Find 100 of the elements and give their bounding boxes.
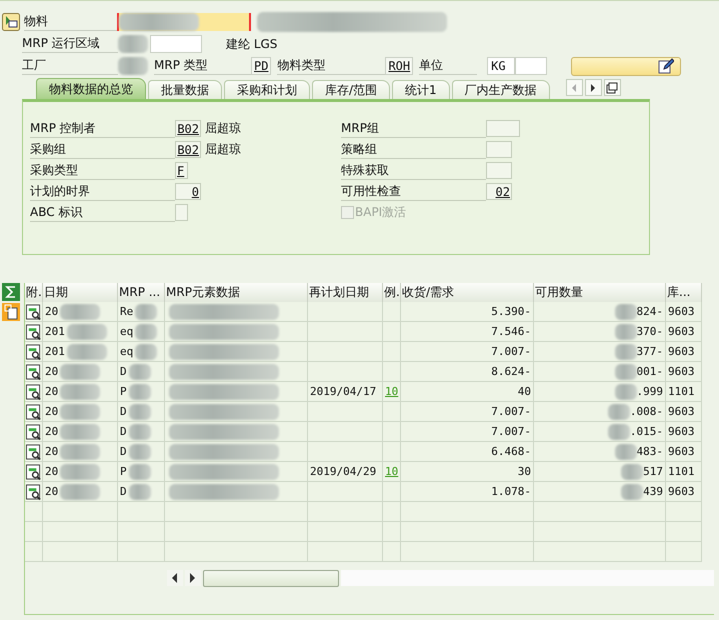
details-icon[interactable] [26, 444, 41, 460]
input-field[interactable] [515, 57, 548, 75]
redacted-area [608, 404, 630, 420]
table-cell-text: 439 [643, 484, 663, 500]
table-cell-text: D [120, 364, 127, 380]
empty-cell [383, 542, 401, 562]
redacted-area [60, 404, 100, 420]
table-cell-text: eq [120, 344, 134, 360]
column-header[interactable]: 再计划日期 [308, 283, 383, 302]
redacted-area [614, 324, 636, 340]
table-cell-text: 9603 [668, 444, 694, 460]
details-icon[interactable] [26, 404, 41, 420]
field-label: ABC 标识 [30, 203, 175, 222]
redacted-area [621, 464, 644, 480]
table-cell-text: eq [120, 324, 134, 340]
redacted-area [128, 384, 151, 400]
table-cell-text: 9603 [668, 484, 694, 500]
value-field: F [175, 162, 188, 179]
column-header[interactable]: 库... [666, 283, 702, 302]
column-header[interactable]: 可用数量 [534, 283, 666, 302]
column-header[interactable]: 收货/需求 [401, 283, 534, 302]
table-cell-text: 370- [636, 324, 663, 340]
field-label: 计划的时界 [30, 182, 175, 201]
column-header[interactable]: MRP ... [118, 283, 165, 302]
table-cell-text: 2019/04/29 [310, 464, 376, 480]
column-header[interactable]: 例. [383, 283, 401, 302]
column-header[interactable]: 附. [25, 283, 43, 302]
table-cell-text: 7.007- [491, 344, 531, 360]
scroll-right-icon[interactable] [584, 79, 602, 96]
table-cell-text: 20 [45, 404, 58, 420]
details-icon[interactable] [26, 424, 41, 440]
field-label: 工厂 [22, 57, 118, 75]
tab[interactable]: 厂内生产数据 [452, 80, 550, 99]
tab-list-icon[interactable] [604, 79, 621, 96]
details-icon[interactable] [26, 464, 41, 480]
table-cell-text: 001- [636, 364, 663, 380]
table-cell-text: 8.624- [491, 364, 531, 380]
display-toggle-icon[interactable] [2, 13, 20, 31]
table-cell-text: 1.078- [491, 484, 531, 500]
table-cell-text: .999 [636, 384, 663, 400]
empty-cell [383, 522, 401, 542]
input-field[interactable]: KG [487, 57, 516, 75]
edit-button[interactable] [571, 56, 682, 76]
empty-cell [118, 522, 165, 542]
table-cell-text: 2019/04/17 [310, 384, 376, 400]
table-cell-text: 9603 [668, 404, 694, 420]
scroll-left-icon[interactable] [167, 570, 183, 586]
table-cell-text: 9603 [668, 324, 694, 340]
details-icon[interactable] [26, 384, 41, 400]
value-field: 02 [486, 183, 512, 200]
field-label: MRP 控制者 [30, 119, 175, 138]
tab[interactable]: 物料数据的总览 [36, 78, 146, 99]
empty-cell [25, 542, 43, 562]
redacted-area [614, 344, 636, 360]
table-cell-text: D [120, 444, 127, 460]
sum-icon[interactable] [2, 283, 20, 301]
table-cell-text: .015- [630, 424, 663, 440]
redacted-area [614, 444, 636, 460]
tab[interactable]: 批量数据 [148, 80, 222, 99]
tab[interactable]: 采购和计划 [224, 80, 310, 99]
details-icon[interactable] [26, 344, 41, 360]
value-field [486, 120, 520, 137]
table-cell-text: 9603 [668, 364, 694, 380]
redacted-area [66, 324, 107, 340]
scroll-right-icon[interactable] [185, 570, 201, 586]
field-label: 采购类型 [30, 161, 175, 180]
redacted-area [128, 404, 151, 420]
tab[interactable]: 库存/范围 [312, 80, 390, 99]
details-icon[interactable] [26, 484, 41, 500]
scrollbar-thumb[interactable] [203, 570, 339, 586]
details-icon[interactable] [26, 324, 41, 340]
description-text: 屈超琼 [205, 141, 241, 158]
input-field[interactable] [150, 35, 202, 53]
area-text: 建纶 LGS [226, 36, 278, 52]
value-field [486, 141, 512, 158]
value-field [175, 204, 188, 221]
redacted-area [60, 304, 100, 320]
field-label: MRP组 [341, 119, 486, 138]
details-icon[interactable] [26, 304, 41, 320]
empty-cell [25, 522, 43, 542]
field-label: MRP 运行区域 [22, 35, 118, 53]
empty-cell [666, 542, 702, 562]
table-cell-text: Re [120, 304, 134, 320]
column-header[interactable]: 日期 [43, 283, 118, 302]
details-icon[interactable] [26, 364, 41, 380]
value-field: B02 [175, 141, 201, 158]
column-header[interactable]: MRP元素数据 [165, 283, 308, 302]
value-field: 0 [175, 183, 201, 200]
material-input[interactable] [117, 13, 251, 31]
document-icon[interactable] [2, 303, 20, 321]
table-cell-text: 30 [518, 464, 531, 480]
table-cell-text: 20 [45, 304, 58, 320]
redacted-area [60, 484, 100, 500]
table-cell-text: 483- [636, 444, 663, 460]
redacted-area [128, 364, 151, 380]
empty-cell [666, 522, 702, 542]
tab[interactable]: 统计1 [392, 80, 450, 99]
redacted-area [135, 344, 158, 360]
table-cell-text: 9603 [668, 304, 694, 320]
table-cell-text: 20 [45, 464, 58, 480]
